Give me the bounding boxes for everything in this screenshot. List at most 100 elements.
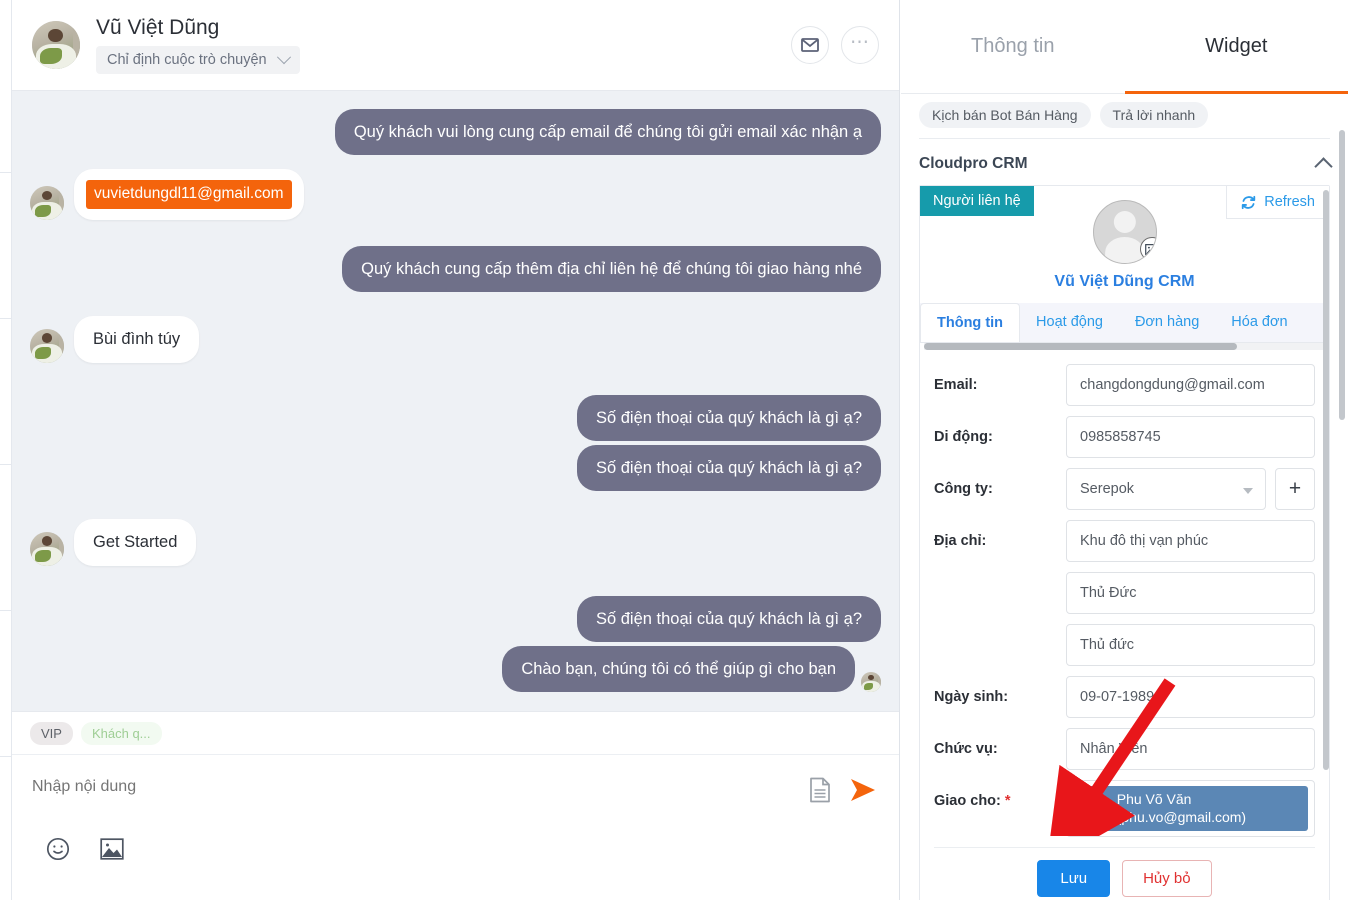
message-input[interactable] [30,777,730,797]
refresh-icon [1242,195,1256,209]
crm-tabs: Thông tin Hoạt động Đơn hàng Hóa đơn [920,303,1329,343]
message-row: Số điện thoại của quý khách là gì ạ? [30,444,881,492]
header-actions: ⋯ [791,26,879,64]
contact-type-badge: Người liên hệ [920,186,1034,216]
form-row-address-3 [934,624,1315,666]
cancel-button[interactable]: Hủy bỏ [1122,860,1212,897]
birthday-field[interactable] [1066,676,1315,718]
position-field[interactable] [1066,728,1315,770]
chevron-up-icon[interactable] [1314,156,1333,176]
field-label: Giao cho: * [934,780,1066,809]
send-button[interactable] [849,777,877,808]
address-field[interactable] [1066,520,1315,562]
refresh-button[interactable]: Refresh [1226,186,1329,219]
mobile-field[interactable] [1066,416,1315,458]
form-row-assignee: Giao cho: * ✖ Phu Võ Văn (phu.vo@gmail.c… [934,780,1315,837]
email-field[interactable] [1066,364,1315,406]
seen-avatar [861,672,881,693]
message-row: Số điện thoại của quý khách là gì ạ? [30,595,881,642]
message-bubble: Số điện thoại của quý khách là gì ạ? [576,444,881,492]
crm-tab-hoa-don[interactable]: Hóa đơn [1215,303,1303,342]
tab-thong-tin[interactable]: Thông tin [901,0,1125,93]
form-row-position: Chức vụ: [934,728,1315,770]
chip-tra-loi-nhanh[interactable]: Trả lời nhanh [1099,102,1209,128]
message-bubble: vuvietdungdl11@gmail.com [74,169,304,221]
company-select[interactable]: Serepok [1066,468,1266,510]
more-options-button[interactable]: ⋯ [841,26,879,64]
crm-tab-thong-tin[interactable]: Thông tin [920,303,1021,342]
plus-icon: + [1288,477,1302,500]
mail-button[interactable] [791,26,829,64]
status-badge[interactable]: Khách q... [80,721,162,745]
status-badge[interactable]: VIP [30,721,73,745]
panel-scrollbar[interactable] [1339,130,1345,420]
field-label: Chức vụ: [934,741,998,757]
avatar [1092,200,1157,264]
chip-kich-ban-bot[interactable]: Kịch bán Bot Bán Hàng [919,102,1091,128]
emoji-button[interactable] [46,837,70,866]
add-company-button[interactable]: + [1275,468,1315,510]
crm-card: Người liên hệ Refresh Vũ Việt Dũng CRM T… [919,185,1330,900]
form-actions: Lưu Hủy bỏ [934,847,1315,900]
page-title: Vũ Việt Dũng [96,16,220,40]
app-root: Vũ Việt Dũng Chỉ định cuộc trò chuyện ⋯ [0,0,1348,900]
image-button[interactable] [100,838,124,865]
crm-section-header[interactable]: Cloudpro CRM [901,139,1348,185]
crm-tab-don-hang[interactable]: Đơn hàng [1119,303,1215,342]
image-icon [100,838,124,860]
assign-conversation-dropdown[interactable]: Chỉ định cuộc trò chuyện [96,45,300,74]
person-icon [1099,802,1111,815]
form-row-birthday: Ngày sinh: [934,676,1315,718]
crm-tab-hoat-dong[interactable]: Hoạt động [1020,303,1119,342]
crm-tabs-scrollbar[interactable] [924,343,1325,350]
message-row: Quý khách vui lòng cung cấp email để chú… [30,109,881,156]
avatar [30,531,64,566]
right-panel: Thông tin Widget Kịch bán Bot Bán Hàng T… [901,0,1348,900]
field-label: Công ty: [934,481,993,497]
composer [12,755,899,900]
message-row: vuvietdungdl11@gmail.com [30,169,881,221]
composer-tools [46,837,124,866]
tab-widget[interactable]: Widget [1124,0,1348,94]
assignee-select[interactable]: ✖ Phu Võ Văn (phu.vo@gmail.com) [1066,780,1315,837]
avatar [30,328,64,363]
save-button[interactable]: Lưu [1037,860,1111,897]
form-row-address: Địa chỉ: [934,520,1315,562]
close-icon[interactable]: ✖ [1081,800,1093,818]
message-bubble: Bùi đình túy [74,316,200,363]
send-icon [851,779,875,801]
district-field[interactable] [1066,572,1315,614]
assignee-name: Phu Võ Văn (phu.vo@gmail.com) [1116,791,1247,825]
conversation-list-sliver[interactable] [0,0,12,900]
document-icon [810,777,830,803]
email-highlight: vuvietdungdl11@gmail.com [86,180,292,210]
city-field[interactable] [1066,624,1315,666]
avatar [30,186,64,221]
image-upload-icon [1145,243,1156,255]
message-bubble: Số điện thoại của quý khách là gì ạ? [576,394,881,441]
assign-conversation-label: Chỉ định cuộc trò chuyện [107,51,267,68]
widget-chip-bar: Kịch bán Bot Bán Hàng Trả lời nhanh [901,94,1348,138]
message-row: Bùi đình túy [30,316,881,363]
crm-contact-name[interactable]: Vũ Việt Dũng CRM [1054,273,1194,291]
emoji-icon [46,837,70,861]
chat-header: Vũ Việt Dũng Chỉ định cuộc trò chuyện ⋯ [12,0,899,91]
panel-tabs: Thông tin Widget [901,0,1348,94]
field-label: Email: [934,377,978,393]
crm-card-scrollbar[interactable] [1323,190,1329,770]
field-label: Ngày sinh: [934,689,1009,705]
chevron-down-icon [1243,488,1253,494]
message-bubble: Get Started [74,519,197,566]
field-label: Di động: [934,429,993,445]
tag-bar: VIP Khách q... [12,711,899,755]
form-row-company: Công ty: Serepok + [934,468,1315,510]
message-row: Quý khách cung cấp thêm địa chỉ liên hệ … [30,246,881,293]
attach-document-button[interactable] [809,777,831,808]
message-bubble: Số điện thoại của quý khách là gì ạ? [576,595,881,642]
message-list[interactable]: Quý khách vui lòng cung cấp email để chú… [12,91,899,711]
message-bubble: Chào bạn, chúng tôi có thể giúp gì cho b… [502,645,855,693]
field-label: Địa chỉ: [934,533,987,549]
chevron-down-icon [276,49,291,64]
message-row: Chào bạn, chúng tôi có thể giúp gì cho b… [30,645,881,693]
form-row-mobile: Di động: [934,416,1315,458]
